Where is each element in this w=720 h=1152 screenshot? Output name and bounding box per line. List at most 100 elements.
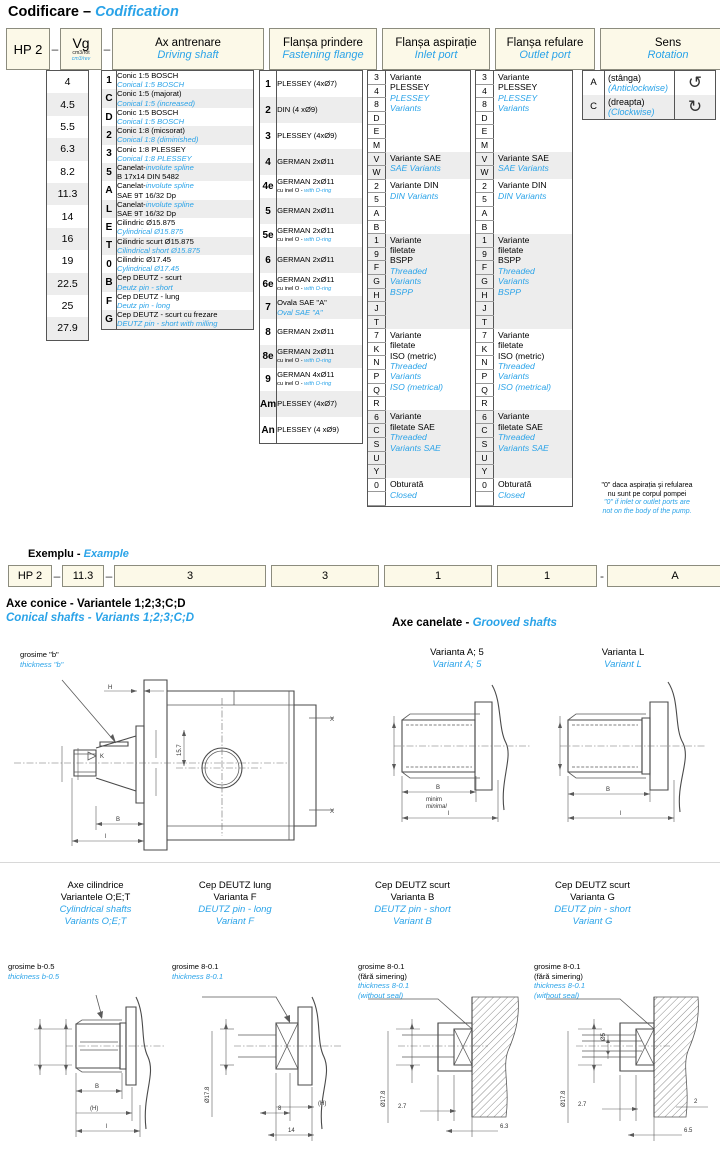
- vg-value-row[interactable]: 6.3: [47, 138, 88, 161]
- vg-value-row[interactable]: 4.5: [47, 93, 88, 116]
- flange-option-row[interactable]: 5e GERMAN 2xØ11 cu inel O - with O-ring: [260, 224, 362, 247]
- inlet-port-group-en: SAE Variants: [390, 163, 441, 174]
- shaft-option-row[interactable]: 3 Conic 1:8 PLESSEY Conical 1:8 PLESSEY: [102, 144, 254, 164]
- flange-option-ro: PLESSEY (4 xØ9): [277, 425, 340, 435]
- inlet-port-group-label: Obturată Closed: [386, 478, 471, 505]
- outlet-port-group-ro: Obturată: [498, 479, 532, 490]
- vg-value-row[interactable]: 5.5: [47, 116, 88, 138]
- inlet-port-row[interactable]: 6 Variante filetate SAE Threaded Variants SA…: [368, 410, 470, 453]
- example-cell-inlet: 1: [384, 565, 492, 587]
- inlet-port-row[interactable]: 3 Variante PLESSEY PLESSEY Variants: [368, 71, 470, 113]
- flange-option-desc: DIN (4 xØ9): [277, 97, 362, 123]
- flange-option-row[interactable]: Am PLESSEY (4xØ7): [260, 391, 362, 417]
- inlet-port-row[interactable]: 0 Obturată Closed: [368, 478, 470, 500]
- shaft-option-row[interactable]: E Cilindric Ø15.875 Cylindrical Ø15.875: [102, 218, 253, 237]
- outlet-port-row[interactable]: 7 Variante filetate ISO (metric) Threaded Var…: [476, 328, 572, 392]
- conical-shafts-heading-ro: Axe conice - Variantele 1;2;3;C;D: [6, 598, 186, 610]
- inlet-port-code: C: [368, 423, 386, 439]
- shaft-option-row[interactable]: T Cilindric scurt Ø15.875 Cilindrical shor…: [102, 236, 253, 256]
- outlet-port-code: 8: [476, 97, 494, 112]
- inlet-port-group-en: Threaded: [390, 265, 427, 276]
- inlet-port-row[interactable]: V Variante SAE SAE Variants: [368, 152, 470, 173]
- flange-option-row[interactable]: 6e GERMAN 2xØ11 cu inel O - with O-ring: [260, 273, 362, 296]
- inlet-port-row[interactable]: 1 Variante filetate BSPP Threaded Variants BSP…: [368, 233, 470, 297]
- outlet-port-group-en: ISO (metrical): [498, 381, 551, 392]
- shaft-option-row[interactable]: A Canelat-involute spline SAE 9T 16/32 Dp: [102, 181, 253, 200]
- flange-option-oring-ro: cu inel O -: [277, 236, 305, 243]
- shaft-option-row[interactable]: 2 Conic 1:8 (micsorat) Conical 1:8 (dimini…: [102, 126, 253, 145]
- flange-option-row[interactable]: 8 GERMAN 2xØ11: [260, 319, 362, 345]
- vg-value-row[interactable]: 25: [47, 295, 88, 317]
- outlet-port-group-ro: BSPP: [498, 255, 521, 266]
- outlet-port-row[interactable]: 1 Variante filetate BSPP Threaded Variants BSP…: [476, 233, 572, 297]
- conical-shaft-drawing: X X K H B l 15.7: [4, 658, 354, 858]
- shaft-option-row[interactable]: B Cep DEUTZ - scurt Deutz pin - short: [102, 273, 253, 292]
- rotation-option-row[interactable]: C (dreapta) (Clockwise) ↻: [583, 95, 715, 119]
- outlet-port-code: C: [476, 423, 494, 439]
- flange-option-row[interactable]: 8e GERMAN 2xØ11 cu inel O - with O-ring: [260, 345, 362, 368]
- flange-option-row[interactable]: 6 GERMAN 2xØ11: [260, 247, 362, 273]
- shaft-option-en: Conical 1:5 BOSCH: [117, 117, 185, 127]
- vg-value-row[interactable]: 14: [47, 205, 88, 227]
- outlet-port-group-en: Variants SAE: [498, 442, 549, 453]
- flange-option-row[interactable]: 3 PLESSEY (4xØ9): [260, 123, 362, 149]
- vg-value-list: 4 4.5 5.5 6.3 8.2 11.3 14 16 19 22.5 25 27.9: [46, 70, 89, 341]
- flange-option-row[interactable]: 9 GERMAN 4xØ11 cu inel O - with O-ring: [260, 368, 362, 391]
- inlet-port-row[interactable]: 7 Variante filetate ISO (metric) Threaded Var…: [368, 328, 470, 392]
- flange-option-row[interactable]: 2 DIN (4 xØ9): [260, 97, 362, 123]
- vg-value-row[interactable]: 4: [47, 71, 88, 93]
- outlet-port-code: 7: [476, 328, 494, 343]
- rotation-option-desc: (dreapta) (Clockwise): [605, 95, 675, 119]
- shaft-option-en: Conical 1:8 (diminished): [117, 135, 199, 145]
- outlet-port-row[interactable]: 2 Variante DIN DIN Variants: [476, 179, 572, 201]
- shaft-option-row[interactable]: F Cep DEUTZ - lung Deutz pin - long: [102, 291, 253, 311]
- flange-option-row[interactable]: 4 GERMAN 2xØ11: [260, 149, 362, 175]
- shaft-option-row[interactable]: L Canelat-involute spline SAE 9T 16/32 Dp: [102, 199, 253, 219]
- deutz-long-ro-2: Varianta F: [213, 892, 257, 903]
- outlet-port-options: 3 Variante PLESSEY PLESSEY Variants 4 8 D E M V Var…: [475, 70, 573, 507]
- vg-value-row[interactable]: 8.2: [47, 161, 88, 183]
- vg-value: 4.5: [60, 98, 75, 111]
- shaft-option-row[interactable]: 5 Canelat-involute spline B 17x14 DIN 5482: [102, 163, 253, 182]
- flange-option-row[interactable]: 7 Ovala SAE "A" Oval SAE "A": [260, 296, 362, 319]
- outlet-port-row[interactable]: 6 Variante filetate SAE Threaded Variants SA…: [476, 410, 572, 453]
- outlet-port-row[interactable]: V Variante SAE SAE Variants: [476, 152, 572, 173]
- port-footnote: "0" daca aspirația şi refularea nu sunt …: [576, 482, 718, 516]
- vg-value: 11.3: [57, 188, 78, 201]
- outlet-port-code: 9: [476, 247, 494, 262]
- shaft-option-row[interactable]: G Cep DEUTZ - scurt cu frezare DEUTZ pin -…: [102, 310, 253, 329]
- flange-option-code: 5: [260, 198, 278, 224]
- svg-text:H: H: [108, 685, 112, 691]
- shaft-option-row[interactable]: 1 Conic 1:5 BOSCH Conical 1:5 BOSCH: [102, 71, 253, 90]
- rotation-option-ro: (stânga): [608, 73, 642, 83]
- vg-value-row[interactable]: 22.5: [47, 272, 88, 295]
- header-dash-1: –: [51, 42, 59, 56]
- flange-option-desc: GERMAN 2xØ11: [277, 149, 362, 175]
- inlet-port-group-en: BSPP: [390, 286, 413, 297]
- shaft-option-row[interactable]: D Conic 1:5 BOSCH Conical 1:5 BOSCH: [102, 107, 253, 127]
- vg-value-row[interactable]: 16: [47, 227, 88, 251]
- header-rotation-en: Rotation: [647, 49, 689, 61]
- flange-option-row[interactable]: 5 GERMAN 2xØ11: [260, 198, 362, 224]
- shaft-option-ro-en: involute spline: [145, 163, 194, 173]
- vg-value-row[interactable]: 19: [47, 250, 88, 272]
- outlet-port-row[interactable]: 0 Obturată Closed: [476, 478, 572, 500]
- flange-option-code: 5e: [260, 224, 278, 247]
- grooved-shafts-heading: Axe canelate - Grooved shafts: [392, 617, 557, 631]
- flange-option-ro: GERMAN 4xØ11: [277, 370, 335, 380]
- shaft-option-row[interactable]: C Conic 1:5 (majorat) Conical 1:5 (increas…: [102, 89, 253, 108]
- shaft-option-desc: Conic 1:8 PLESSEY Conical 1:8 PLESSEY: [117, 145, 254, 163]
- outlet-port-row[interactable]: 3 Variante PLESSEY PLESSEY Variants: [476, 71, 572, 113]
- inlet-port-code: 8: [368, 97, 386, 112]
- flange-option-row[interactable]: 4e GERMAN 2xØ11 cu inel O - with O-ring: [260, 175, 362, 198]
- flange-option-row[interactable]: 1 PLESSEY (4xØ7): [260, 71, 362, 97]
- flange-option-oring-ro: cu inel O -: [277, 285, 305, 292]
- inlet-port-code: H: [368, 288, 386, 303]
- flange-option-row[interactable]: An PLESSEY (4 xØ9): [260, 417, 362, 443]
- inlet-port-row[interactable]: 2 Variante DIN DIN Variants: [368, 179, 470, 201]
- vg-value-row[interactable]: 27.9: [47, 317, 88, 340]
- vg-value-row[interactable]: 11.3: [47, 182, 88, 206]
- outlet-port-code: 1: [476, 233, 494, 248]
- shaft-option-row[interactable]: 0 Cilindric Ø17.45 Cylindrical Ø17.45: [102, 255, 253, 274]
- rotation-option-row[interactable]: A (stânga) (Anticlockwise) ↺: [583, 71, 715, 95]
